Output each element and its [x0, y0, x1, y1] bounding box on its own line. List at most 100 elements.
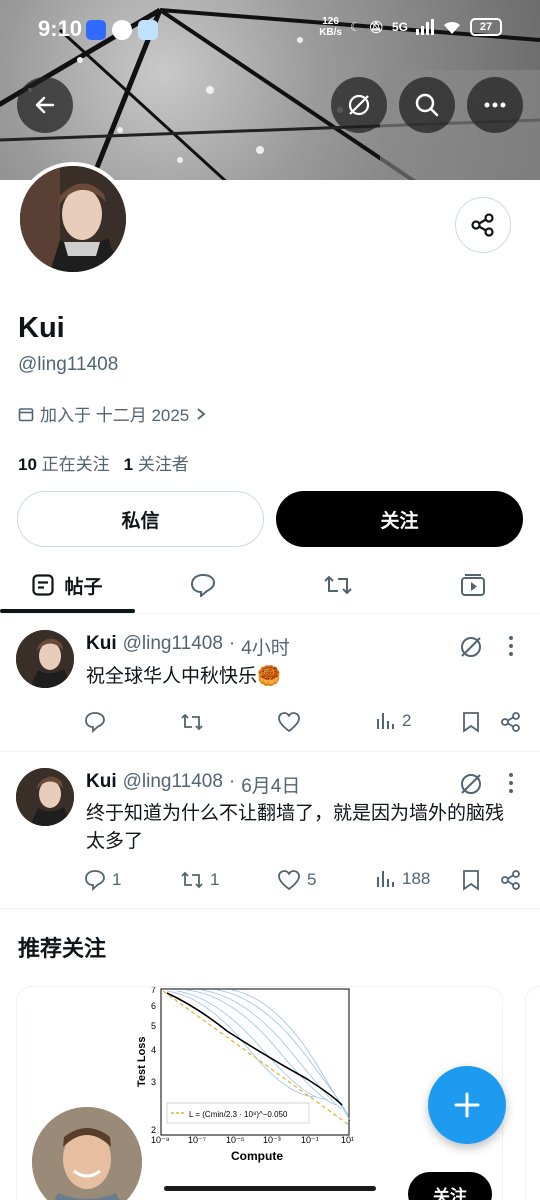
mute-icon: 🔕︎ [368, 20, 384, 34]
search-icon [415, 93, 439, 117]
network-speed-value: 126 [322, 16, 339, 27]
recommend-card-next[interactable] [525, 986, 540, 1200]
post-author-name[interactable]: Kui [86, 633, 117, 660]
figure-xtick: 10⁻¹ [301, 1135, 319, 1145]
status-bar: 9:10 126 KB/s ☾ 🔕︎ 5G 27 [0, 0, 540, 58]
compose-post-button[interactable] [428, 1066, 506, 1144]
post-avatar-photo [16, 630, 74, 688]
search-button[interactable] [399, 77, 455, 133]
app-notification-icon [86, 20, 106, 40]
status-time: 9:10 [38, 16, 83, 41]
recommend-follow-button[interactable]: 关注 [408, 1172, 492, 1200]
grok-icon[interactable] [458, 634, 484, 660]
reply-button[interactable] [84, 711, 112, 733]
post-share-button[interactable] [500, 869, 522, 891]
network-speed-unit: KB/s [319, 27, 342, 38]
repost-button[interactable]: 1 [180, 869, 219, 891]
bookmark-icon [463, 870, 479, 891]
post-avatar[interactable] [16, 768, 74, 826]
avatar-photo [20, 166, 126, 272]
profile-name: Kui [18, 312, 65, 344]
moon-icon: ☾ [349, 20, 361, 34]
post-timestamp[interactable]: 6月4日 [241, 771, 300, 798]
post-item[interactable]: Kui @ling11408 · 6月4日 终于知道为什么不让翻墙了，就是因为墙… [0, 752, 540, 909]
wifi-icon [444, 21, 460, 34]
tab-posts[interactable]: 帖子 [0, 556, 135, 614]
bookmark-button[interactable] [462, 869, 480, 891]
repost-button[interactable] [180, 711, 210, 733]
share-icon [501, 712, 520, 732]
tab-replies[interactable] [135, 556, 270, 614]
like-count: 5 [307, 870, 317, 889]
following-label: 正在关注 [41, 455, 110, 474]
post-share-button[interactable] [500, 711, 522, 733]
network-speed: 126 KB/s [319, 16, 342, 38]
figure-xtick: 10⁻⁷ [188, 1135, 206, 1145]
recommend-avatar-photo [32, 1107, 142, 1200]
figure-ytick: 5 [151, 1021, 156, 1031]
figure-ytick: 4 [151, 1045, 156, 1055]
tab-posts-label: 帖子 [64, 576, 103, 598]
tab-reposts[interactable] [270, 556, 405, 614]
share-profile-button[interactable] [455, 197, 511, 253]
join-date[interactable]: 加入于 十二月 2025 [18, 401, 207, 426]
browser-icon [138, 20, 158, 40]
post-avatar[interactable] [16, 630, 74, 688]
post-more-icon[interactable] [505, 634, 517, 658]
post-header: Kui @ling11408 · 6月4日 [86, 771, 300, 798]
tab-media[interactable] [405, 556, 540, 614]
views-button[interactable]: 188 [376, 869, 430, 889]
heart-icon [278, 870, 300, 891]
heart-icon [278, 712, 300, 733]
back-button[interactable] [17, 77, 73, 133]
like-button[interactable] [277, 711, 307, 733]
post-header: Kui @ling11408 · 4小时 [86, 633, 290, 660]
chrome-icon [112, 20, 132, 40]
follow-stats: 10 正在关注 1 关注者 [18, 450, 189, 475]
figure-xtick: 10¹ [341, 1135, 354, 1145]
home-indicator[interactable] [164, 1186, 376, 1191]
figure-xtick: 10⁻³ [263, 1135, 281, 1145]
grok-button[interactable] [331, 77, 387, 133]
figure-ytick: 6 [151, 1001, 156, 1011]
views-button[interactable]: 2 [376, 711, 411, 731]
message-button[interactable]: 私信 [17, 491, 264, 547]
figure-legend: L = (Cmin/2.3 · 10⁸)^−0.050 [189, 1110, 288, 1119]
tab-active-indicator [0, 609, 135, 613]
post-timestamp[interactable]: 4小时 [241, 633, 290, 660]
post-author-name[interactable]: Kui [86, 771, 117, 798]
battery-level: 27 [479, 21, 493, 33]
more-horizontal-icon [484, 102, 506, 108]
like-button[interactable]: 5 [277, 869, 316, 891]
following-link[interactable]: 10 正在关注 [18, 450, 110, 475]
figure-xtick: 10⁻⁵ [226, 1135, 245, 1145]
profile-tabs: 帖子 [0, 556, 540, 614]
repost-count: 1 [210, 870, 220, 889]
reply-icon [85, 870, 105, 891]
followers-label: 关注者 [137, 455, 189, 474]
repost-icon [181, 871, 203, 889]
post-item[interactable]: Kui @ling11408 · 4小时 祝全球华人中秋快乐🥮 2 [0, 616, 540, 752]
reply-tab-icon [190, 573, 215, 597]
figure-ylabel: Test Loss [136, 1036, 148, 1087]
chevron-right-icon [197, 407, 206, 420]
post-author-handle[interactable]: @ling11408 [123, 633, 223, 660]
followers-link[interactable]: 1 关注者 [124, 450, 189, 475]
join-date-text: 加入于 十二月 2025 [40, 406, 190, 425]
post-author-handle[interactable]: @ling11408 [123, 771, 223, 798]
follow-button[interactable]: 关注 [276, 491, 523, 547]
grok-icon[interactable] [458, 771, 484, 797]
figure-ytick: 2 [151, 1125, 156, 1135]
bookmark-button[interactable] [462, 711, 480, 733]
figure-xtick: 10⁻⁹ [151, 1135, 170, 1145]
media-tab-icon [460, 574, 485, 596]
share-icon [501, 870, 520, 890]
reply-button[interactable]: 1 [84, 869, 121, 891]
post-more-icon[interactable] [505, 771, 517, 795]
repost-icon [181, 713, 203, 731]
profile-avatar[interactable] [16, 162, 130, 276]
network-type: 5G [391, 20, 408, 34]
more-button[interactable] [467, 77, 523, 133]
figure-xlabel: Compute [231, 1149, 283, 1163]
figure-ytick: 7 [151, 987, 156, 995]
